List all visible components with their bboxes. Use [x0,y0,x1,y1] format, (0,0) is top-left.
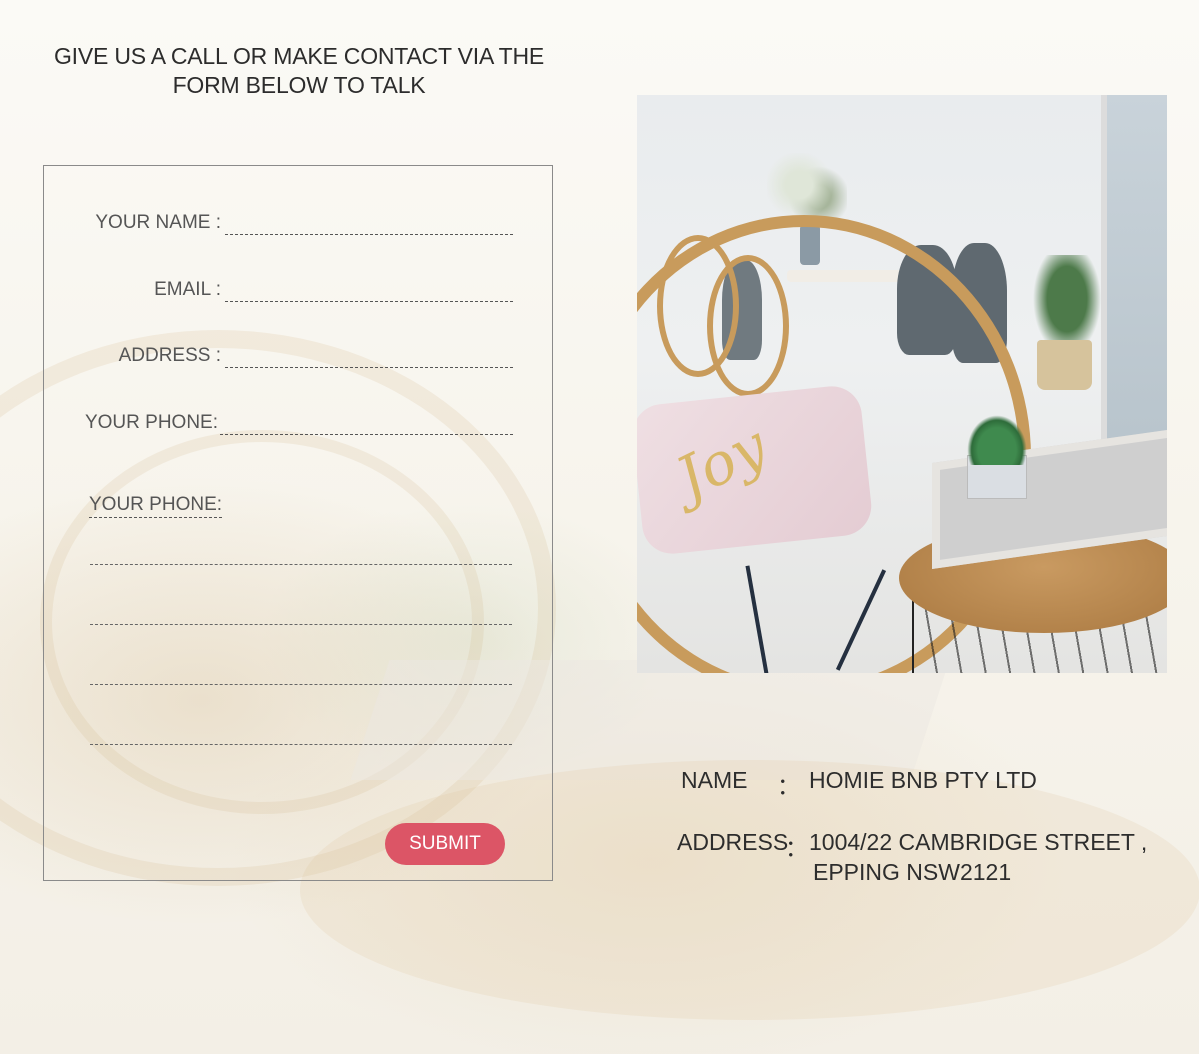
message-label: YOUR PHONE: [89,494,223,518]
company-name-value: HOMIE BNB PTY LTD [809,767,1037,793]
company-name-separator: ： [777,773,800,799]
address-label: ADDRESS : [118,345,221,366]
contact-form: YOUR NAME : EMAIL : ADDRESS : YOUR PHONE… [43,165,553,881]
address-input[interactable] [225,367,513,368]
name-input[interactable] [225,234,513,235]
pillow-text: Joy [665,411,778,513]
phone-label: YOUR PHONE: [84,412,218,433]
message-line-1[interactable] [90,564,512,565]
company-name-label: NAME [681,767,748,793]
submit-button[interactable]: SUBMIT [385,823,505,865]
phone-field[interactable]: YOUR PHONE: [44,412,554,438]
email-input[interactable] [225,301,513,302]
interior-photo: Joy [637,95,1167,673]
phone-input[interactable] [220,434,513,435]
company-address-line1: 1004/22 CAMBRIDGE STREET , [809,829,1148,855]
company-address-separator: ： [785,835,808,861]
message-line-2[interactable] [90,624,512,625]
email-label: EMAIL : [154,279,221,300]
message-line-3[interactable] [90,684,512,685]
page-headline: GIVE US A CALL OR MAKE CONTACT VIA THE F… [53,43,545,98]
message-line-4[interactable] [90,744,512,745]
company-address-line2: EPPING NSW2121 [813,859,1012,885]
name-field[interactable]: YOUR NAME : [44,212,554,238]
name-label: YOUR NAME : [95,212,221,233]
email-field[interactable]: EMAIL : [44,279,554,305]
address-field[interactable]: ADDRESS : [44,345,554,371]
company-address-label: ADDRESS [677,829,789,855]
